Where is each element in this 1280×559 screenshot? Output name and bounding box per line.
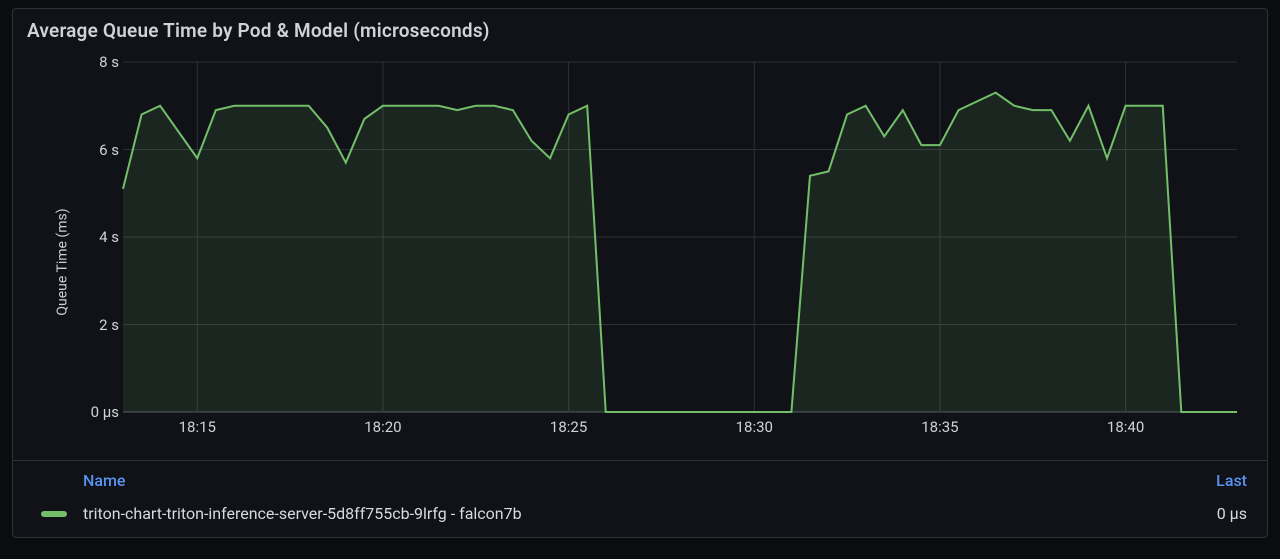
chart-area[interactable]: Queue Time (ms) 0 µs 2 s 4 s 6 s 8 s 18:15 18… <box>13 48 1267 460</box>
legend-rows: triton-chart-triton-inference-server-5d8… <box>31 498 1251 527</box>
legend: Name Last triton-chart-triton-inference-… <box>13 460 1267 537</box>
legend-header-name[interactable]: Name <box>83 471 125 490</box>
x-tick-label: 18:35 <box>921 418 958 436</box>
y-axis-label: Queue Time (ms) <box>55 208 71 315</box>
x-tick-label: 18:25 <box>550 418 587 436</box>
legend-last-value: 0 µs <box>1217 504 1247 523</box>
legend-swatch <box>41 511 67 517</box>
y-tick-label: 8 s <box>73 53 119 71</box>
y-tick-label: 0 µs <box>73 403 119 421</box>
x-tick-label: 18:30 <box>736 418 773 436</box>
y-tick-label: 2 s <box>73 316 119 334</box>
x-tick-label: 18:20 <box>364 418 401 436</box>
panel-title: Average Queue Time by Pod & Model (micro… <box>27 19 1253 42</box>
data-series <box>123 62 1237 412</box>
legend-header[interactable]: Name Last <box>31 461 1251 498</box>
legend-header-last[interactable]: Last <box>1216 471 1247 490</box>
x-tick-label: 18:15 <box>179 418 216 436</box>
y-tick-label: 6 s <box>73 141 119 159</box>
panel-header: Average Queue Time by Pod & Model (micro… <box>13 9 1267 48</box>
plot-area <box>123 62 1237 412</box>
x-tick-label: 18:40 <box>1107 418 1144 436</box>
legend-row[interactable]: triton-chart-triton-inference-server-5d8… <box>31 498 1251 527</box>
chart-panel: Average Queue Time by Pod & Model (micro… <box>12 8 1268 538</box>
legend-series-name: triton-chart-triton-inference-server-5d8… <box>83 504 1217 523</box>
y-tick-label: 4 s <box>73 228 119 246</box>
